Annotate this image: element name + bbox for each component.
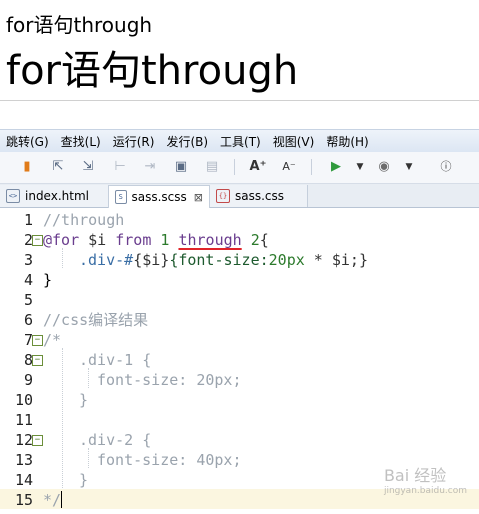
fold-toggle-icon[interactable]: −	[32, 435, 43, 446]
code-text: .div-1 {	[79, 351, 152, 369]
code-line: 10 }	[0, 390, 479, 410]
code-line: 1 //through	[0, 210, 479, 230]
html-file-icon: <>	[6, 189, 20, 203]
bookmark-icon[interactable]: ▮	[18, 158, 36, 176]
line-number: 5	[23, 291, 33, 309]
line-number: 9	[23, 371, 33, 389]
toolbar: ▮ ⇱ ⇲ ⊢ ⇥ ▣ ▤ A⁺ A⁻ ▶ ▼ ◉ ▼ ⓘ	[0, 152, 479, 184]
menu-goto[interactable]: 跳转(G)	[0, 133, 55, 150]
preview-gap	[0, 101, 479, 128]
through-keyword: through	[178, 231, 242, 249]
code-line: 3 .div-#{$i}{font-size:20px * $i;}	[0, 250, 479, 270]
code-line: 8 − .div-1 {	[0, 350, 479, 370]
toolbar-separator	[234, 159, 235, 175]
fold-toggle-icon[interactable]: −	[32, 235, 43, 246]
menu-run[interactable]: 运行(R)	[107, 133, 161, 150]
line-number: 1	[23, 211, 33, 229]
code-text: }	[43, 271, 53, 289]
line-number: 2	[23, 231, 33, 249]
code-text: .div-2 {	[79, 431, 152, 449]
tab-sass-scss[interactable]: S sass.scss ⊠	[108, 185, 210, 208]
line-number: 14	[14, 471, 33, 489]
cut-icon[interactable]: ⊢	[111, 158, 129, 176]
code-line: 12 − .div-2 {	[0, 430, 479, 450]
toolbar-separator	[311, 159, 312, 175]
output-text-small: for语句through	[6, 13, 153, 37]
line-number: 6	[23, 311, 33, 329]
line-number: 8	[23, 351, 33, 369]
editor-tabs: <> index.html S sass.scss ⊠ {} sass.css	[0, 184, 479, 208]
line-number: 13	[14, 451, 33, 469]
tab-index-html[interactable]: <> index.html	[0, 185, 109, 207]
browser-icon[interactable]: ◉	[375, 158, 393, 176]
code-line: 2 − @for $i from 1 through 2{	[0, 230, 479, 250]
fold-toggle-icon[interactable]: −	[32, 355, 43, 366]
code-text: /*	[43, 331, 62, 349]
font-increase-icon[interactable]: A⁺	[249, 158, 267, 176]
code-text: //through	[43, 211, 125, 229]
fold-toggle-icon[interactable]: −	[32, 335, 43, 346]
close-icon[interactable]: ⊠	[194, 191, 203, 204]
tab-label: index.html	[25, 189, 89, 203]
code-line: 6 //css编译结果	[0, 310, 479, 330]
step-icon[interactable]: ⇥	[141, 158, 159, 176]
line-number: 4	[23, 271, 33, 289]
code-line: 7 − /*	[0, 330, 479, 350]
code-text: @for $i from 1 through 2{	[43, 231, 269, 249]
line-number: 12	[14, 431, 33, 449]
menu-find[interactable]: 查找(L)	[55, 133, 107, 150]
code-editor[interactable]: 1 //through 2 − @for $i from 1 through 2…	[0, 208, 479, 514]
tab-sass-css[interactable]: {} sass.css	[210, 185, 308, 207]
code-text: */	[43, 491, 62, 509]
export2-icon[interactable]: ⇲	[79, 158, 97, 176]
menu-view[interactable]: 视图(V)	[267, 133, 321, 150]
export-icon[interactable]: ⇱	[49, 158, 67, 176]
text-caret	[61, 491, 62, 508]
tab-label: sass.css	[235, 189, 285, 203]
code-line: 11	[0, 410, 479, 430]
output-preview: for语句through for语句through	[0, 0, 479, 101]
code-text: font-size: 40px;	[97, 451, 242, 469]
line-number: 15	[14, 491, 33, 509]
menu-publish[interactable]: 发行(B)	[160, 133, 214, 150]
browser-dropdown-icon[interactable]: ▼	[400, 158, 418, 176]
code-line: 9 font-size: 20px;	[0, 370, 479, 390]
css-file-icon: {}	[216, 189, 230, 203]
run-dropdown-icon[interactable]: ▼	[351, 158, 369, 176]
menu-tools[interactable]: 工具(T)	[214, 133, 267, 150]
code-text: }	[79, 471, 89, 489]
code-text: font-size: 20px;	[97, 371, 242, 389]
code-text: }	[79, 391, 89, 409]
code-text: //css编译结果	[43, 311, 149, 329]
run-icon[interactable]: ▶	[327, 158, 345, 176]
menu-help[interactable]: 帮助(H)	[320, 133, 374, 150]
window-icon[interactable]: ▣	[172, 158, 190, 176]
line-number: 10	[14, 391, 33, 409]
tab-label: sass.scss	[131, 190, 187, 204]
window2-icon[interactable]: ▤	[203, 158, 221, 176]
menu-bar: 跳转(G) 查找(L) 运行(R) 发行(B) 工具(T) 视图(V) 帮助(H…	[0, 129, 479, 153]
scss-file-icon: S	[115, 190, 127, 204]
output-text-large: for语句through	[6, 48, 299, 94]
code-line: 5	[0, 290, 479, 310]
line-number: 11	[14, 411, 33, 429]
code-line: 4 }	[0, 270, 479, 290]
watermark-logo: Bai 经验 jingyan.baidu.com	[383, 466, 467, 496]
line-number: 7	[23, 331, 33, 349]
line-number: 3	[23, 251, 33, 269]
info-icon[interactable]: ⓘ	[437, 158, 455, 176]
code-text: .div-#{$i}{font-size:20px * $i;}	[79, 251, 368, 269]
font-decrease-icon[interactable]: A⁻	[280, 158, 298, 176]
